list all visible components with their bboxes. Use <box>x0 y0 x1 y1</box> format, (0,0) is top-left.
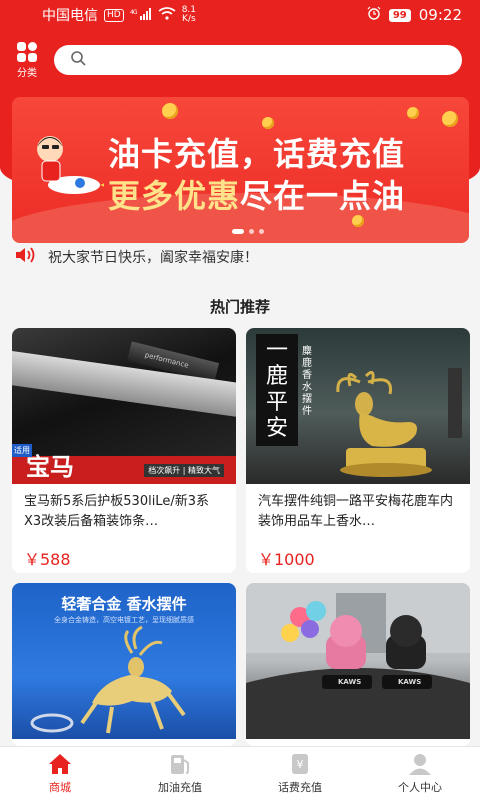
notice-text: 祝大家节日快乐，阖家幸福安康！ <box>48 250 258 266</box>
gold-deer-icon <box>30 625 186 734</box>
coin-icon <box>442 111 458 127</box>
wifi-icon <box>158 6 176 24</box>
network-speed: 8.1 K/s <box>181 5 197 24</box>
fuel-pump-icon <box>171 755 189 774</box>
product-image: 一鹿平安 麋鹿香水摆件 <box>246 328 470 484</box>
product-card[interactable]: 轻奢合金 香水摆件 全身合金铸造，高空电镀工艺，呈现细腻质感 <box>12 583 236 746</box>
product-card[interactable]: KAWS KAWS <box>246 583 470 746</box>
kaws-label: KAWS <box>338 678 362 686</box>
deer-figurine-icon <box>336 370 432 477</box>
category-grid-icon <box>17 41 37 62</box>
app-header: 分类 <box>0 40 480 80</box>
search-input[interactable] <box>94 52 462 68</box>
phone-bill-icon: ¥ <box>292 754 308 774</box>
tab-label: 个人中心 <box>398 781 442 794</box>
notice-bar[interactable]: 祝大家节日快乐，阖家幸福安康！ <box>14 246 258 268</box>
status-bar: 中国电信 HD 4G 8.1 K/s 99 09:22 <box>0 0 480 30</box>
product-title: 宝马新5系后护板530liLe/新3系X3改装后备箱装饰条… <box>24 494 209 529</box>
tab-label: 话费充值 <box>278 781 322 794</box>
product-card[interactable]: 一鹿平安 麋鹿香水摆件 汽车摆件纯铜一路平安梅花鹿车内装饰用品车上香水… ￥10… <box>246 328 470 573</box>
carrier-name: 中国电信 <box>42 8 98 24</box>
kaws-figurine-icon <box>246 583 470 739</box>
coin-icon <box>162 103 178 119</box>
alarm-icon <box>367 6 381 24</box>
banner-line-1: 油卡充值，话费充值 <box>108 135 406 173</box>
category-button[interactable]: 分类 <box>0 41 54 79</box>
product-price: ￥588 <box>24 550 71 569</box>
vertical-slogan: 一鹿平安 <box>256 334 298 446</box>
category-label: 分类 <box>17 67 37 79</box>
small-vertical-text: 麋鹿香水摆件 <box>302 346 312 417</box>
banner-line-2: 更多优惠尽在一点油 <box>108 177 406 215</box>
svg-text:4G: 4G <box>130 9 138 16</box>
coin-icon <box>407 107 419 119</box>
battery-indicator: 99 <box>388 8 411 22</box>
tab-label: 加油充值 <box>158 781 202 794</box>
banner-pager <box>232 229 264 234</box>
clock-tower <box>448 368 462 438</box>
rocket-girl-icon <box>37 136 104 194</box>
promo-banner[interactable]: 油卡充值，话费充值 更多优惠尽在一点油 <box>12 97 469 243</box>
product-title: 汽车摆件纯铜一路平安梅花鹿车内装饰用品车上香水… <box>258 494 454 529</box>
signal-icon: 4G <box>130 7 152 23</box>
banner-dot[interactable] <box>232 229 244 234</box>
product-card[interactable]: performance 适用 宝马 档次飙升 | 精致大气 宝马新5系后护板53… <box>12 328 236 573</box>
coin-icon <box>262 117 274 129</box>
banner-dot[interactable] <box>249 229 254 234</box>
product-image: KAWS KAWS <box>246 583 470 739</box>
search-icon <box>70 50 86 70</box>
hd-badge: HD <box>104 8 124 22</box>
section-title: 热门推荐 <box>209 298 270 316</box>
banner-dot[interactable] <box>259 229 264 234</box>
clock: 09:22 <box>418 6 462 24</box>
tab-profile[interactable]: 个人中心 <box>360 747 480 800</box>
speaker-icon <box>14 246 36 268</box>
tab-mall[interactable]: 商城 <box>0 747 120 800</box>
product-image: 轻奢合金 香水摆件 全身合金铸造，高空电镀工艺，呈现细腻质感 <box>12 583 236 739</box>
search-box[interactable] <box>54 45 462 75</box>
tab-fuel-recharge[interactable]: 加油充值 <box>120 747 240 800</box>
kaws-label: KAWS <box>398 678 422 686</box>
product-price: ￥1000 <box>258 550 315 569</box>
tab-phone-recharge[interactable]: ¥ 话费充值 <box>240 747 360 800</box>
user-icon <box>409 754 431 775</box>
product-image: performance 适用 宝马 档次飙升 | 精致大气 <box>12 328 236 484</box>
svg-text:¥: ¥ <box>297 758 304 771</box>
tab-label: 商城 <box>49 781 71 794</box>
brand-tag: 适用 宝马 档次飙升 | 精致大气 <box>12 444 236 484</box>
home-icon <box>49 754 71 774</box>
bottom-tab-bar: 商城 加油充值 ¥ 话费充值 个人中心 <box>0 746 480 800</box>
